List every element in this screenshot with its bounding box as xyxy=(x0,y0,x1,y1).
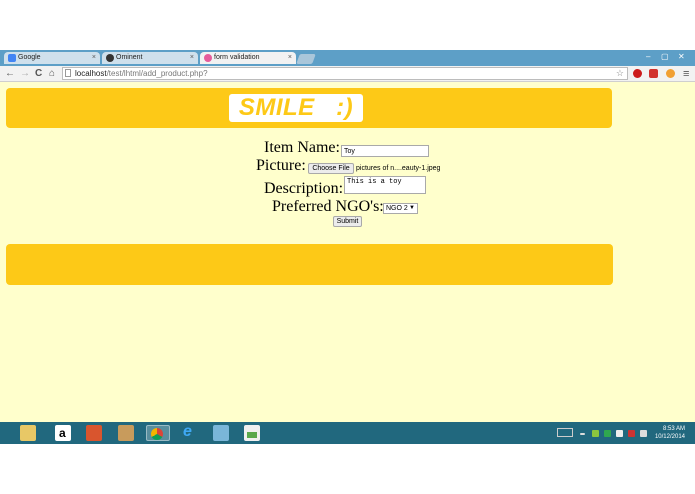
image-viewer-icon[interactable] xyxy=(244,425,260,441)
item-name-label: Item Name: xyxy=(264,139,340,156)
show-hidden-icon[interactable] xyxy=(580,433,585,435)
tab-title: form validation xyxy=(214,54,260,61)
url-host: localhost xyxy=(75,69,107,78)
browser-toolbar: ← → C ⌂ localhost/test/lhtml/add_product… xyxy=(0,66,695,82)
adblock-icon[interactable] xyxy=(649,69,658,78)
address-bar[interactable]: localhost/test/lhtml/add_product.php? ☆ xyxy=(62,67,628,80)
tab-title: Ominent xyxy=(116,54,143,61)
tray-network-icon[interactable] xyxy=(604,430,611,437)
tab-form-validation[interactable]: form validation × xyxy=(200,52,296,64)
maximize-icon[interactable]: ▢ xyxy=(661,52,669,61)
forward-icon[interactable]: → xyxy=(20,67,30,81)
picture-label: Picture: xyxy=(256,157,306,174)
action-center-icon[interactable] xyxy=(616,430,623,437)
bookmark-star-icon[interactable]: ☆ xyxy=(616,68,624,79)
menu-icon[interactable]: ≡ xyxy=(683,67,689,81)
clock-time: 8:53 AM xyxy=(662,426,685,432)
tab-close-icon[interactable]: × xyxy=(288,52,292,64)
internet-explorer-icon[interactable]: e xyxy=(181,423,197,441)
windows-taskbar: a e 8:53 AM 10/12/2014 xyxy=(0,422,695,444)
tab-title: Google xyxy=(18,54,41,61)
opera-icon[interactable] xyxy=(633,69,642,78)
selected-file-name: pictures of n....eauty-1.jpeg xyxy=(356,165,441,172)
back-icon[interactable]: ← xyxy=(5,67,15,81)
tray-app-icon[interactable] xyxy=(592,430,599,437)
new-tab-button[interactable] xyxy=(296,54,316,64)
chrome-ext-icon[interactable] xyxy=(666,69,675,78)
ngo-selected-value: NGO 2 xyxy=(386,205,408,212)
store-icon[interactable] xyxy=(86,425,102,441)
url-path: /test/lhtml/add_product.php? xyxy=(106,69,208,78)
amazon-icon[interactable]: a xyxy=(55,425,71,441)
file-explorer-icon[interactable] xyxy=(20,425,36,441)
footer-banner xyxy=(6,244,613,285)
tab-close-icon[interactable]: × xyxy=(190,52,194,64)
item-name-input[interactable] xyxy=(341,145,429,157)
tab-close-icon[interactable]: × xyxy=(92,52,96,64)
dropdown-arrow-icon: ▼ xyxy=(409,205,415,211)
logo-text: SMILE :) xyxy=(238,94,354,121)
description-textarea[interactable]: This is a toy xyxy=(344,176,426,194)
tray-flag-icon[interactable] xyxy=(628,430,635,437)
submit-button[interactable]: Submit xyxy=(333,216,362,227)
preferred-ngo-label: Preferred NGO's: xyxy=(272,198,384,215)
paint-icon[interactable] xyxy=(118,425,134,441)
choose-file-button[interactable]: Choose File xyxy=(308,163,354,174)
header-banner: SMILE :) xyxy=(6,88,612,128)
reload-icon[interactable]: C xyxy=(35,67,42,81)
browser-chrome: Google × Ominent × form validation × – ▢… xyxy=(0,50,695,82)
chrome-icon[interactable] xyxy=(146,425,170,441)
keyboard-icon[interactable] xyxy=(557,428,573,437)
notes-icon[interactable] xyxy=(213,425,229,441)
google-favicon-icon xyxy=(8,54,16,62)
home-icon[interactable]: ⌂ xyxy=(49,67,55,81)
volume-icon[interactable] xyxy=(640,430,647,437)
logo: SMILE :) xyxy=(229,94,363,122)
clock-date: 10/12/2014 xyxy=(654,434,685,440)
close-window-icon[interactable]: ✕ xyxy=(678,52,685,61)
page-viewport: SMILE :) Item Name: Picture: Choose File… xyxy=(0,82,695,422)
page-favicon-icon xyxy=(204,54,212,62)
tab-google[interactable]: Google × xyxy=(4,52,100,64)
page-icon xyxy=(65,69,71,77)
ngo-select[interactable]: NGO 2 ▼ xyxy=(383,203,418,214)
ominent-favicon-icon xyxy=(106,54,114,62)
minimize-icon[interactable]: – xyxy=(646,52,650,61)
tab-ominent[interactable]: Ominent × xyxy=(102,52,198,64)
system-clock[interactable]: 8:53 AM 10/12/2014 xyxy=(655,425,685,441)
description-label: Description: xyxy=(264,180,344,197)
